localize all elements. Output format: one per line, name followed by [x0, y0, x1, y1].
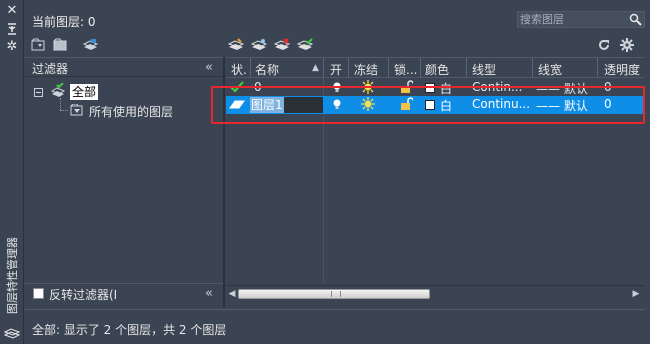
delete-layer-icon[interactable] [274, 38, 290, 52]
tree-connector [60, 110, 68, 111]
search-input[interactable] [520, 12, 625, 27]
filter-all-icon [50, 83, 66, 97]
filters-header: 过滤器 « [25, 57, 223, 77]
tree-item-all[interactable]: 全部 [70, 84, 99, 100]
layer-table-header: 状. 名称 ▲ 开 冻结 锁... 颜色 线型 线宽 透明度 [226, 57, 644, 78]
used-layers-filter-icon [70, 104, 83, 116]
sort-up-icon: ▲ [312, 63, 319, 73]
filter-tree: 全部 所有使用的图层 [25, 78, 223, 278]
column-status[interactable]: 状. [231, 61, 247, 78]
column-freeze[interactable]: 冻结 [354, 61, 378, 78]
column-color[interactable]: 颜色 [425, 61, 449, 78]
new-group-filter-icon[interactable] [53, 38, 69, 52]
search-icon[interactable] [629, 13, 642, 26]
scroll-left-arrow-icon[interactable]: ◀ [227, 288, 237, 300]
column-name[interactable]: 名称 [255, 61, 279, 78]
gear-icon[interactable] [619, 38, 635, 52]
tree-item-used-layers[interactable]: 所有使用的图层 [89, 103, 173, 120]
search-box[interactable] [517, 11, 645, 28]
pin-icon[interactable] [3, 22, 21, 36]
palette-title: 图层特性管理器 [6, 237, 19, 314]
column-lock[interactable]: 锁... [394, 61, 417, 78]
collapse-filters-icon[interactable]: « [205, 61, 213, 74]
column-linetype[interactable]: 线型 [472, 61, 496, 78]
scroll-right-arrow-icon[interactable]: ▶ [631, 288, 641, 300]
layer-icon [3, 325, 21, 339]
tree-connector [60, 98, 61, 110]
new-layer-icon[interactable] [228, 38, 244, 52]
set-current-icon[interactable] [297, 38, 313, 52]
layer-states-manager-icon[interactable] [82, 38, 98, 52]
status-bar: 全部: 显示了 2 个图层，共 2 个图层 [25, 309, 645, 341]
collapse-icon[interactable]: « [205, 287, 213, 300]
settings-icon[interactable]: ✲ [3, 40, 21, 54]
invert-filter-checkbox[interactable] [33, 288, 44, 299]
filters-title: 过滤器 [32, 62, 69, 76]
column-on[interactable]: 开 [330, 61, 342, 78]
palette-strip: ✕ ✲ 图层特性管理器 [0, 0, 24, 344]
invert-filter-label[interactable]: 反转过滤器(I [49, 286, 117, 303]
highlight-box [211, 86, 645, 124]
close-icon[interactable]: ✕ [3, 4, 21, 18]
current-layer-label: 当前图层: 0 [32, 15, 96, 29]
tree-collapse-toggle[interactable] [34, 88, 43, 97]
invert-filter-row: 反转过滤器(I « [25, 283, 223, 303]
column-lineweight[interactable]: 线宽 [538, 61, 562, 78]
refresh-icon[interactable] [596, 38, 612, 52]
horizontal-scrollbar[interactable]: ◀ ▶ [226, 285, 644, 301]
new-property-filter-icon[interactable] [31, 38, 47, 52]
column-transparency[interactable]: 透明度 [604, 61, 640, 78]
scrollbar-thumb[interactable] [238, 289, 430, 299]
status-text: 全部: 显示了 2 个图层，共 2 个图层 [32, 323, 227, 337]
new-layer-vp-frozen-icon[interactable] [251, 38, 267, 52]
